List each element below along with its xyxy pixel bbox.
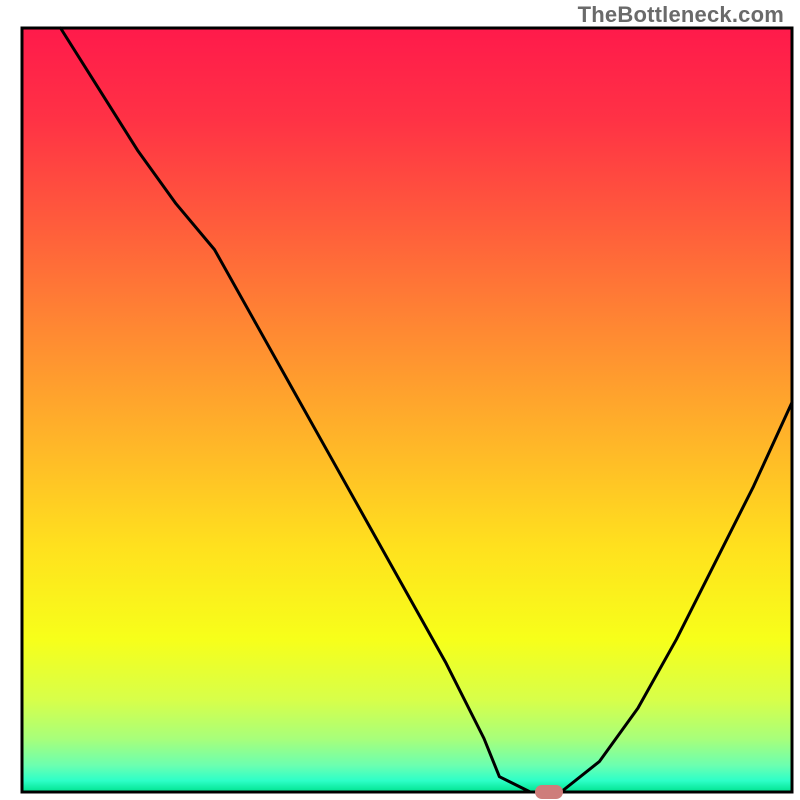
optimum-marker (535, 785, 563, 799)
chart-background (22, 28, 792, 792)
bottleneck-chart (0, 0, 800, 800)
chart-container: TheBottleneck.com (0, 0, 800, 800)
watermark-label: TheBottleneck.com (578, 2, 784, 28)
